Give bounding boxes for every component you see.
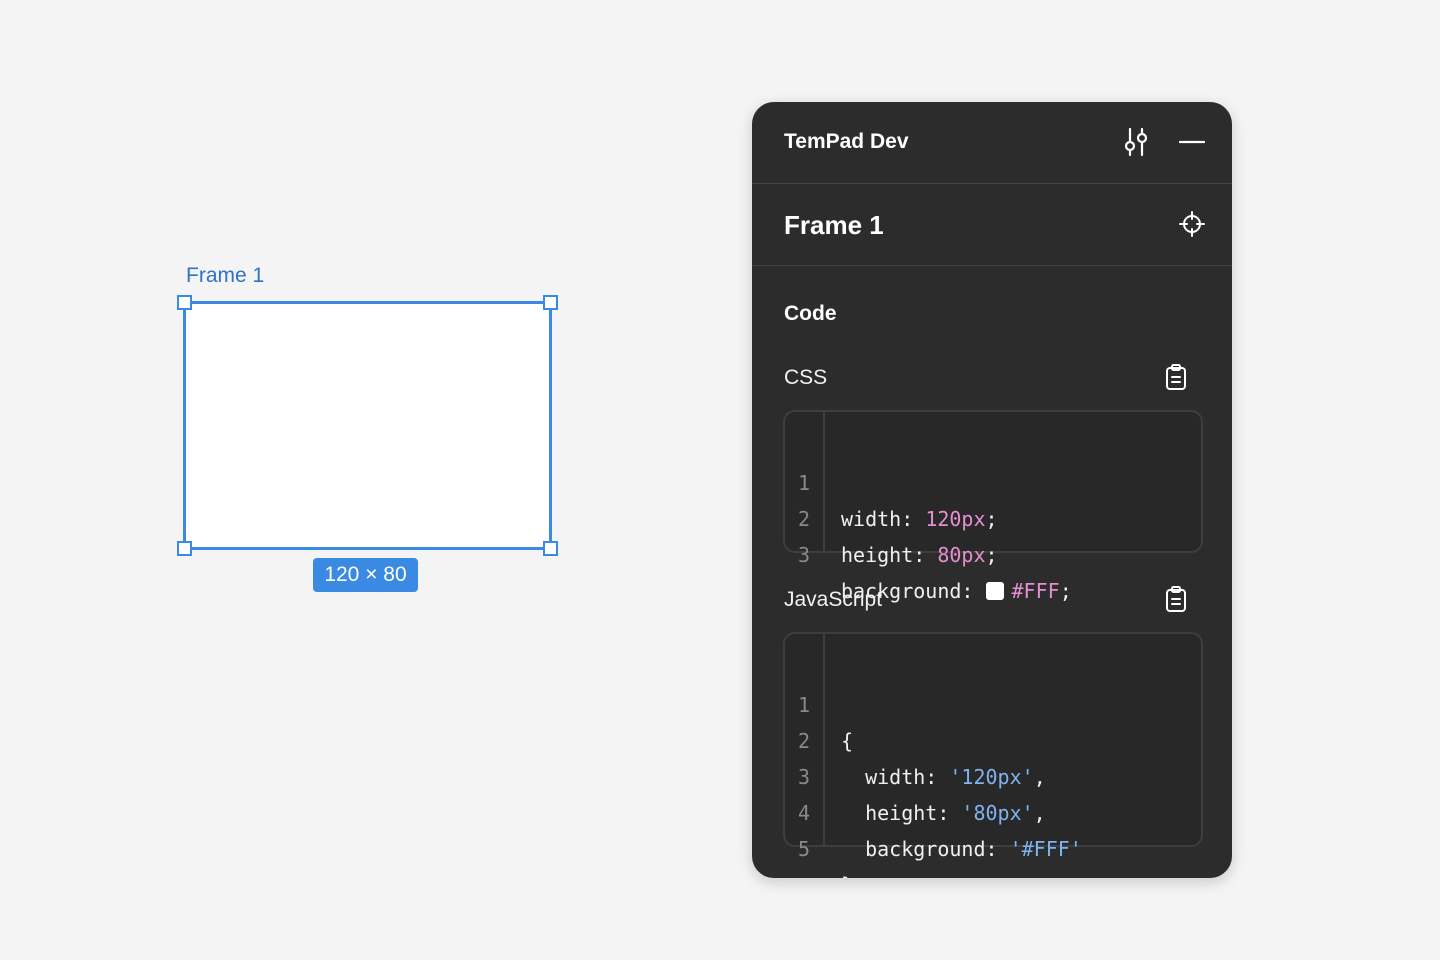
scroll-to-selection-button[interactable]	[1176, 208, 1208, 240]
js-string: '80px'	[961, 801, 1034, 825]
css-separator: :	[961, 579, 986, 603]
js-separator: :	[937, 801, 962, 825]
resize-handle-top-right[interactable]	[543, 295, 558, 310]
css-separator: :	[913, 543, 938, 567]
code-line: 1 width: 120px;	[785, 429, 998, 531]
panel-header[interactable]: TemPad Dev	[752, 102, 1232, 184]
clipboard-icon	[1166, 364, 1186, 390]
panel-title: TemPad Dev	[784, 130, 909, 153]
minimize-button[interactable]	[1176, 126, 1208, 158]
css-value: 120px	[925, 507, 986, 531]
tempad-dev-panel: TemPad Dev Frame 1 Code CSS 1 width: 120…	[752, 102, 1232, 878]
js-code-block[interactable]: 1 { 2 width: '120px', 3 height: '80px', …	[783, 632, 1203, 878]
selected-node-name: Frame 1	[784, 210, 884, 240]
line-number: 3	[797, 543, 811, 567]
code-line: 5 }	[785, 795, 881, 878]
line-number: 5	[797, 837, 811, 861]
css-separator: :	[901, 507, 926, 531]
css-terminator: ;	[1059, 579, 1072, 603]
design-canvas[interactable]: Frame 1 120 × 80 TemPad Dev Frame 1 Code…	[0, 0, 1440, 960]
resize-handle-top-left[interactable]	[177, 295, 192, 310]
crosshair-icon	[1179, 211, 1205, 237]
code-line: 3 background: #FFF;	[785, 501, 1072, 603]
css-block-label: CSS	[784, 366, 828, 389]
js-punctuation: }	[841, 867, 853, 878]
css-value: #FFF	[1011, 579, 1060, 603]
frame-size-badge: 120 × 80	[313, 558, 418, 592]
js-string: '#FFF'	[1009, 837, 1082, 861]
copy-css-button[interactable]	[1160, 361, 1192, 393]
code-line: 2 width: '120px',	[785, 687, 1046, 789]
js-separator: :	[925, 765, 950, 789]
js-block-label: JavaScript	[784, 588, 883, 611]
frame-name-label[interactable]: Frame 1	[186, 262, 264, 290]
copy-js-button[interactable]	[1160, 583, 1192, 615]
code-section-title: Code	[784, 302, 837, 325]
selected-node-row: Frame 1	[752, 184, 1232, 266]
clipboard-icon	[1166, 586, 1186, 612]
resize-handle-bottom-right[interactable]	[543, 541, 558, 556]
minus-icon	[1179, 140, 1205, 144]
css-code-block[interactable]: 1 width: 120px; 2 height: 80px; 3 backgr…	[783, 410, 1203, 603]
css-value: 80px	[937, 543, 986, 567]
settings-button[interactable]	[1120, 126, 1152, 158]
code-line: 3 height: '80px',	[785, 723, 1046, 825]
code-line: 2 height: 80px;	[785, 465, 998, 567]
js-terminator: ,	[1033, 765, 1046, 789]
js-separator: :	[985, 837, 1010, 861]
sliders-icon	[1124, 127, 1148, 157]
code-line: 4 background: '#FFF'	[785, 759, 1082, 861]
css-terminator: ;	[985, 543, 998, 567]
js-string: '120px'	[949, 765, 1034, 789]
color-swatch	[985, 582, 1004, 600]
resize-handle-bottom-left[interactable]	[177, 541, 192, 556]
selected-frame[interactable]	[177, 295, 558, 556]
js-terminator: ,	[1033, 801, 1046, 825]
css-terminator: ;	[985, 507, 998, 531]
code-line: 1 {	[785, 651, 881, 753]
